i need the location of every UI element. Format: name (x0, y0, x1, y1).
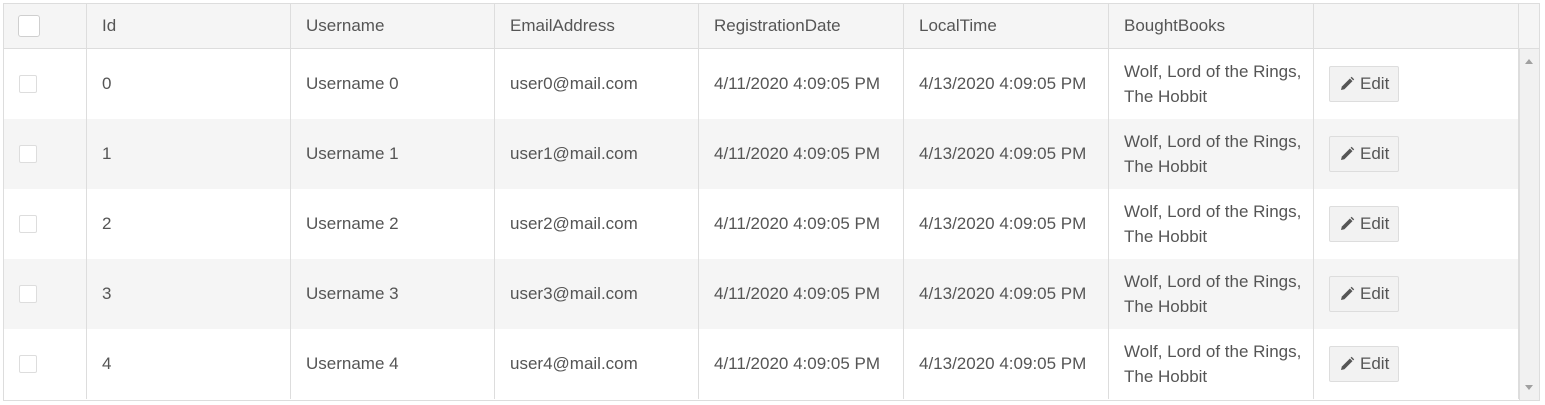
cell-books: Wolf, Lord of the Rings, The Hobbit (1109, 49, 1314, 119)
row-checkbox[interactable] (19, 355, 37, 373)
cell-localtime: 4/13/2020 4:09:05 PM (904, 49, 1109, 119)
table-row[interactable]: 1 Username 1 user1@mail.com 4/11/2020 4:09:… (4, 119, 1519, 189)
cell-localtime: 4/13/2020 4:09:05 PM (904, 329, 1109, 399)
header-actions (1314, 4, 1519, 48)
cell-registration: 4/11/2020 4:09:05 PM (699, 329, 904, 399)
cell-id: 1 (87, 119, 291, 189)
header-id[interactable]: Id (87, 4, 291, 48)
pencil-icon (1339, 216, 1355, 232)
cell-email: user2@mail.com (495, 189, 699, 259)
arrow-down-icon[interactable] (1525, 385, 1533, 390)
cell-registration: 4/11/2020 4:09:05 PM (699, 189, 904, 259)
cell-localtime: 4/13/2020 4:09:05 PM (904, 259, 1109, 329)
edit-button[interactable]: Edit (1329, 66, 1400, 102)
row-checkbox[interactable] (19, 75, 37, 93)
cell-username: Username 2 (291, 189, 495, 259)
row-actions-cell: Edit (1314, 119, 1519, 189)
row-select-cell (4, 119, 87, 189)
row-select-cell (4, 49, 87, 119)
pencil-icon (1339, 146, 1355, 162)
cell-email: user0@mail.com (495, 49, 699, 119)
pencil-icon (1339, 356, 1355, 372)
row-actions-cell: Edit (1314, 259, 1519, 329)
edit-button-label: Edit (1360, 284, 1390, 303)
pencil-icon (1339, 286, 1355, 302)
edit-button[interactable]: Edit (1329, 346, 1400, 382)
row-actions-cell: Edit (1314, 189, 1519, 259)
row-actions-cell: Edit (1314, 329, 1519, 399)
edit-button-label: Edit (1360, 144, 1390, 163)
edit-button[interactable]: Edit (1329, 136, 1400, 172)
row-actions-cell: Edit (1314, 49, 1519, 119)
edit-button-label: Edit (1360, 354, 1390, 373)
vertical-scrollbar[interactable] (1519, 49, 1539, 400)
edit-button[interactable]: Edit (1329, 276, 1400, 312)
grid-header: Id Username EmailAddress RegistrationDat… (4, 4, 1539, 49)
header-email[interactable]: EmailAddress (495, 4, 699, 48)
table-row[interactable]: 3 Username 3 user3@mail.com 4/11/2020 4:09:… (4, 259, 1519, 329)
cell-email: user4@mail.com (495, 329, 699, 399)
header-bought-books[interactable]: BoughtBooks (1109, 4, 1314, 48)
cell-id: 4 (87, 329, 291, 399)
header-username[interactable]: Username (291, 4, 495, 48)
cell-username: Username 1 (291, 119, 495, 189)
header-select-all-cell (4, 4, 87, 48)
edit-button-label: Edit (1360, 74, 1390, 93)
data-grid: Id Username EmailAddress RegistrationDat… (3, 3, 1540, 401)
cell-books: Wolf, Lord of the Rings, The Hobbit (1109, 189, 1314, 259)
cell-books: Wolf, Lord of the Rings, The Hobbit (1109, 329, 1314, 399)
header-registration-date[interactable]: RegistrationDate (699, 4, 904, 48)
cell-registration: 4/11/2020 4:09:05 PM (699, 49, 904, 119)
cell-id: 0 (87, 49, 291, 119)
row-select-cell (4, 259, 87, 329)
cell-username: Username 3 (291, 259, 495, 329)
header-local-time[interactable]: LocalTime (904, 4, 1109, 48)
cell-registration: 4/11/2020 4:09:05 PM (699, 119, 904, 189)
cell-id: 2 (87, 189, 291, 259)
edit-button-label: Edit (1360, 214, 1390, 233)
cell-username: Username 4 (291, 329, 495, 399)
table-row[interactable]: 4 Username 4 user4@mail.com 4/11/2020 4:09:… (4, 329, 1519, 399)
cell-registration: 4/11/2020 4:09:05 PM (699, 259, 904, 329)
pencil-icon (1339, 76, 1355, 92)
cell-username: Username 0 (291, 49, 495, 119)
table-row[interactable]: 2 Username 2 user2@mail.com 4/11/2020 4:09:… (4, 189, 1519, 259)
select-all-checkbox[interactable] (18, 15, 40, 37)
cell-localtime: 4/13/2020 4:09:05 PM (904, 119, 1109, 189)
row-checkbox[interactable] (19, 145, 37, 163)
table-row[interactable]: 0 Username 0 user0@mail.com 4/11/2020 4:09:… (4, 49, 1519, 119)
cell-books: Wolf, Lord of the Rings, The Hobbit (1109, 119, 1314, 189)
cell-localtime: 4/13/2020 4:09:05 PM (904, 189, 1109, 259)
edit-button[interactable]: Edit (1329, 206, 1400, 242)
row-checkbox[interactable] (19, 285, 37, 303)
cell-email: user1@mail.com (495, 119, 699, 189)
cell-books: Wolf, Lord of the Rings, The Hobbit (1109, 259, 1314, 329)
row-checkbox[interactable] (19, 215, 37, 233)
cell-id: 3 (87, 259, 291, 329)
row-select-cell (4, 189, 87, 259)
cell-email: user3@mail.com (495, 259, 699, 329)
arrow-up-icon[interactable] (1525, 59, 1533, 64)
grid-body: 0 Username 0 user0@mail.com 4/11/2020 4:09:… (4, 49, 1519, 400)
row-select-cell (4, 329, 87, 399)
